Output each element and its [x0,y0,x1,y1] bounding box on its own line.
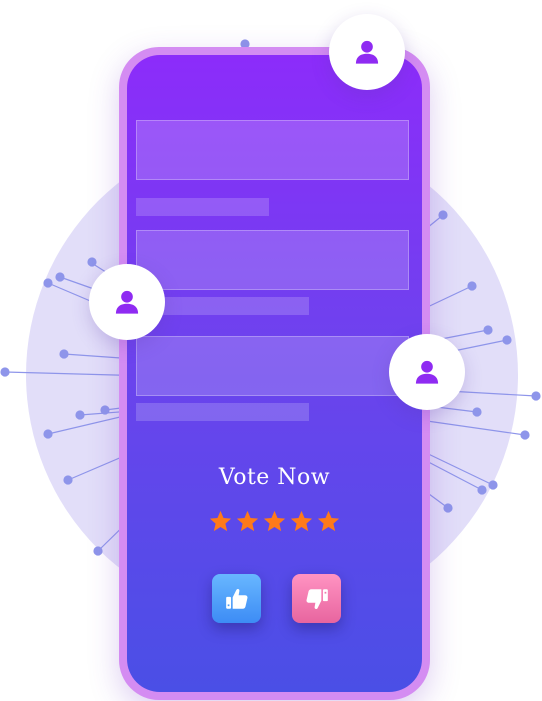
thumbs-down-button[interactable] [292,574,341,623]
star-icon[interactable] [289,509,314,534]
placeholder-card-1 [136,120,409,180]
thumbs-up-icon [225,588,247,609]
avatar-top-right [329,14,405,90]
avatar-right [389,334,465,410]
placeholder-card-2 [136,230,409,290]
star-icon[interactable] [316,509,341,534]
star-icon[interactable] [208,509,233,534]
star-rating[interactable] [127,509,422,534]
thumbs-down-icon [306,588,328,609]
user-icon [355,40,379,64]
avatar-left [89,264,165,340]
phone-screen: Vote Now [127,55,422,692]
user-icon [415,360,439,384]
placeholder-card-3 [136,336,409,396]
placeholder-line-1 [136,198,269,216]
thumbs-up-button[interactable] [212,574,261,623]
user-icon [115,290,139,314]
star-icon[interactable] [262,509,287,534]
placeholder-line-3 [136,403,309,421]
illustration: Vote Now [0,0,542,701]
phone-frame: Vote Now [119,47,430,700]
vote-title: Vote Now [218,465,331,490]
star-icon[interactable] [235,509,260,534]
